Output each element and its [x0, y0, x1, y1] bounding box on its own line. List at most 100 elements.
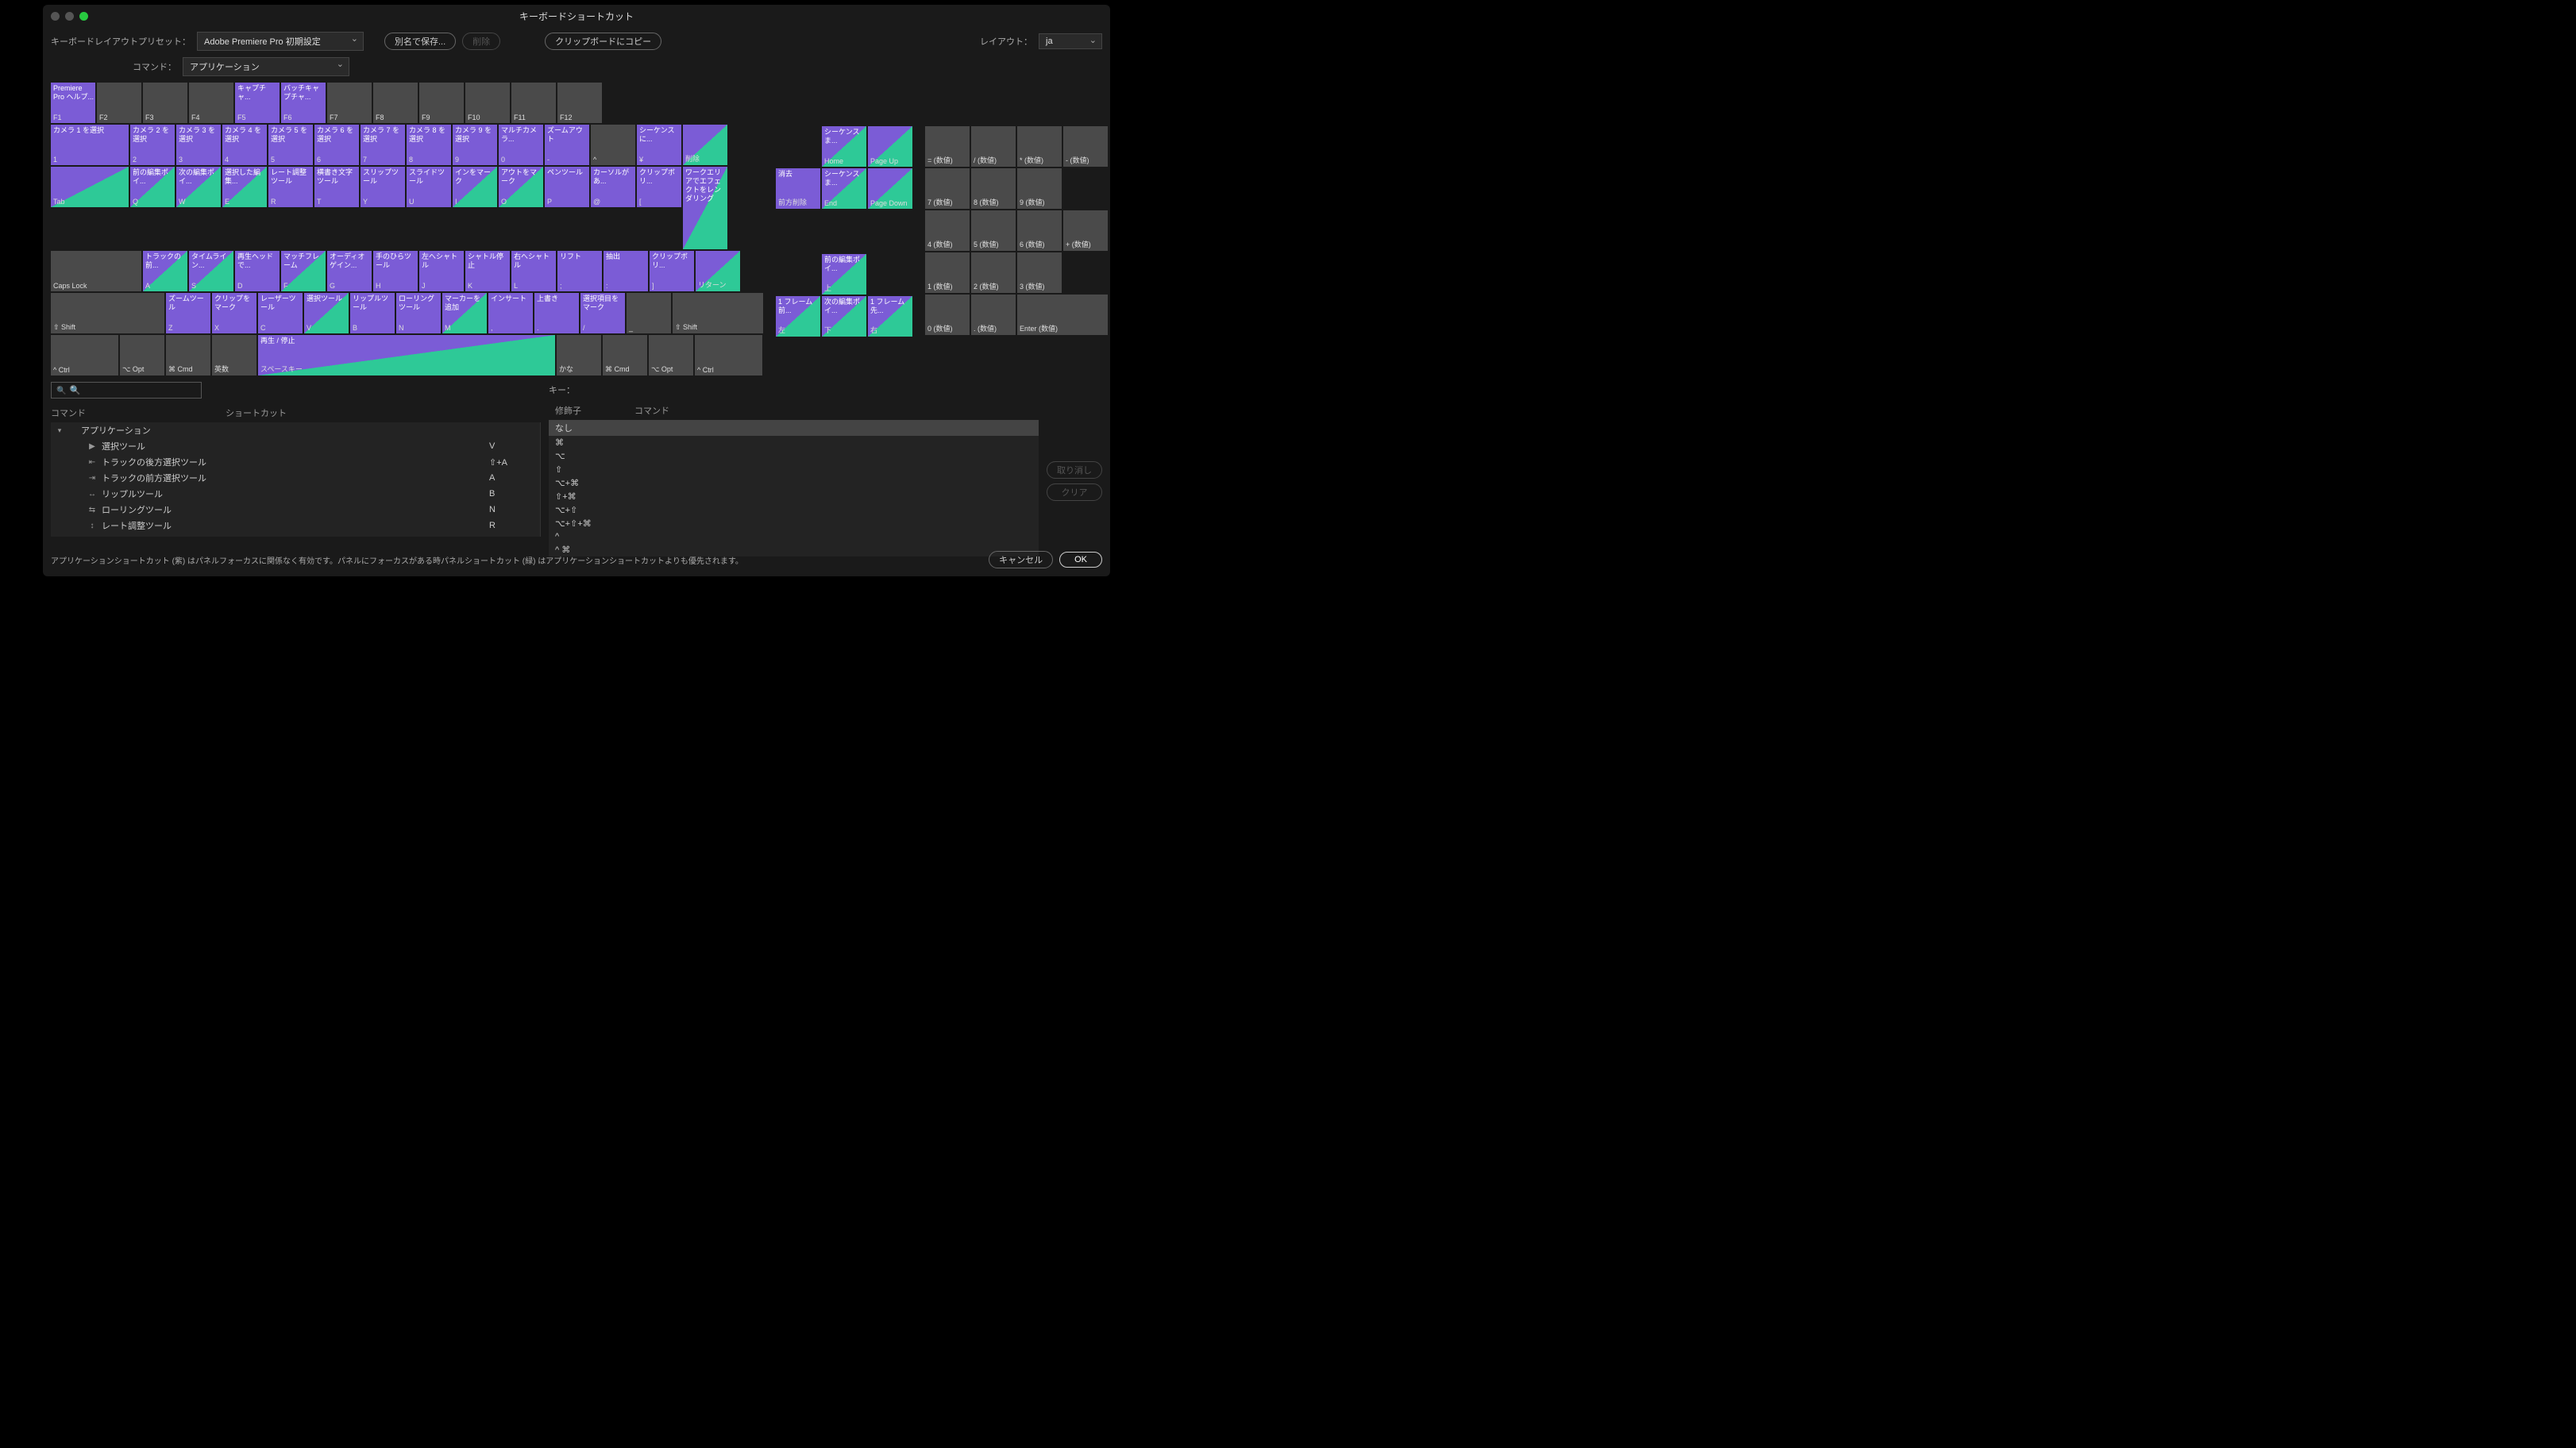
key-v[interactable]: 選択ツールV: [304, 293, 349, 333]
key-[interactable]: + (数値): [1063, 210, 1108, 251]
key-[interactable]: インサート,: [488, 293, 533, 333]
key-q[interactable]: 前の編集ポイ...Q: [130, 167, 175, 207]
key-4[interactable]: カメラ 4 を選択4: [222, 125, 267, 165]
key-[interactable]: ワークエリアでエフェクトをレンダリング: [683, 167, 727, 249]
key-[interactable]: 前の編集ポイ...上: [822, 254, 866, 295]
key-8[interactable]: 8 (数値): [971, 168, 1016, 209]
key-r[interactable]: レート調整ツールR: [268, 167, 313, 207]
key-3[interactable]: カメラ 3 を選択3: [176, 125, 221, 165]
key-7[interactable]: 7 (数値): [925, 168, 970, 209]
key-b[interactable]: リップルツールB: [350, 293, 395, 333]
key-f2[interactable]: F2: [97, 83, 141, 123]
key-f10[interactable]: F10: [465, 83, 510, 123]
key-n[interactable]: ローリングツールN: [396, 293, 441, 333]
key-enter[interactable]: Enter (数値): [1017, 295, 1108, 335]
key-[interactable]: * (数値): [1017, 126, 1062, 167]
key-o[interactable]: アウトをマークO: [499, 167, 543, 207]
key-4[interactable]: 4 (数値): [925, 210, 970, 251]
modifier-row[interactable]: ^: [549, 530, 1039, 543]
key-opt[interactable]: ⌥ Opt: [120, 335, 164, 375]
key-f5[interactable]: キャプチャ...F5: [235, 83, 280, 123]
key-[interactable]: _: [627, 293, 671, 333]
key-1[interactable]: カメラ 1 を選択1: [51, 125, 129, 165]
key-cmd[interactable]: ⌘ Cmd: [603, 335, 647, 375]
key-l[interactable]: 右へシャトルL: [511, 251, 556, 291]
key-[interactable]: ^: [591, 125, 635, 165]
save-as-button[interactable]: 別名で保存...: [384, 33, 456, 50]
key-[interactable]: = (数値): [925, 126, 970, 167]
modifier-list[interactable]: なし⌘⌥⇧⌥+⌘⇧+⌘⌥+⇧⌥+⇧+⌘^^ ⌘: [549, 420, 1039, 556]
tree-item[interactable]: ⇥トラックの前方選択ツールA: [51, 470, 540, 486]
key-[interactable]: リフト;: [557, 251, 602, 291]
key-0[interactable]: マルチカメラ...0: [499, 125, 543, 165]
key-[interactable]: 上書き.: [534, 293, 579, 333]
key-2[interactable]: カメラ 2 を選択2: [130, 125, 175, 165]
modifier-row[interactable]: ⌥+⌘: [549, 476, 1039, 490]
key-pageup[interactable]: Page Up: [868, 126, 912, 167]
key-[interactable]: リターン: [696, 251, 740, 291]
key-[interactable]: 1 フレーム前...左: [776, 296, 820, 337]
modifier-row[interactable]: なし: [549, 420, 1039, 436]
modifier-row[interactable]: ⌥: [549, 449, 1039, 463]
key-t[interactable]: 横書き文字ツールT: [314, 167, 359, 207]
command-tree[interactable]: ▾アプリケーション▶選択ツールV⇤トラックの後方選択ツール⇧+A⇥トラックの前方…: [51, 422, 541, 537]
key-a[interactable]: トラックの前...A: [143, 251, 187, 291]
tree-item[interactable]: ↕レート調整ツールR: [51, 518, 540, 533]
key-7[interactable]: カメラ 7 を選択7: [361, 125, 405, 165]
key-f11[interactable]: F11: [511, 83, 556, 123]
key-f12[interactable]: F12: [557, 83, 602, 123]
cancel-button[interactable]: キャンセル: [989, 551, 1053, 568]
key-f8[interactable]: F8: [373, 83, 418, 123]
key-[interactable]: クリップボリ...]: [650, 251, 694, 291]
key-f4[interactable]: F4: [189, 83, 233, 123]
key-[interactable]: 抽出:: [604, 251, 648, 291]
key-h[interactable]: 手のひらツールH: [373, 251, 418, 291]
key-3[interactable]: 3 (数値): [1017, 252, 1062, 293]
key-d[interactable]: 再生ヘッドで...D: [235, 251, 280, 291]
key-f7[interactable]: F7: [327, 83, 372, 123]
tree-item[interactable]: ▶選択ツールV: [51, 438, 540, 454]
key-8[interactable]: カメラ 8 を選択8: [407, 125, 451, 165]
key-[interactable]: シーケンスに...¥: [637, 125, 681, 165]
tree-item[interactable]: ▾アプリケーション: [51, 422, 540, 438]
key-f3[interactable]: F3: [143, 83, 187, 123]
key-6[interactable]: カメラ 6 を選択6: [314, 125, 359, 165]
key-ctrl[interactable]: ^ Ctrl: [695, 335, 762, 375]
key-k[interactable]: シャトル停止K: [465, 251, 510, 291]
key-c[interactable]: レーザーツールC: [258, 293, 303, 333]
tree-item[interactable]: ✎レーザーツールC: [51, 533, 540, 537]
key-cmd[interactable]: ⌘ Cmd: [166, 335, 210, 375]
key-5[interactable]: 5 (数値): [971, 210, 1016, 251]
copy-clipboard-button[interactable]: クリップボードにコピー: [545, 33, 661, 50]
key-i[interactable]: インをマークI: [453, 167, 497, 207]
key-shift[interactable]: ⇧ Shift: [51, 293, 164, 333]
key-ctrl[interactable]: ^ Ctrl: [51, 335, 118, 375]
key-home[interactable]: シーケンスま...Home: [822, 126, 866, 167]
key-5[interactable]: カメラ 5 を選択5: [268, 125, 313, 165]
command-dropdown[interactable]: アプリケーション: [183, 57, 349, 76]
key-[interactable]: 消去前方削除: [776, 168, 820, 209]
key-end[interactable]: シーケンスま...End: [822, 168, 866, 209]
key-[interactable]: カーソルがあ...@: [591, 167, 635, 207]
tree-item[interactable]: ⇤トラックの後方選択ツール⇧+A: [51, 454, 540, 470]
modifier-row[interactable]: ⇧: [549, 463, 1039, 476]
key-x[interactable]: クリップをマークX: [212, 293, 256, 333]
key-[interactable]: 英数: [212, 335, 256, 375]
tree-item[interactable]: ⇆ローリングツールN: [51, 502, 540, 518]
key-shift[interactable]: ⇧ Shift: [673, 293, 763, 333]
key-e[interactable]: 選択した編集...E: [222, 167, 267, 207]
modifier-row[interactable]: ⌥+⇧+⌘: [549, 517, 1039, 530]
key-[interactable]: 削除: [683, 125, 727, 165]
key-9[interactable]: 9 (数値): [1017, 168, 1062, 209]
key-w[interactable]: 次の編集ポイ...W: [176, 167, 221, 207]
key-2[interactable]: 2 (数値): [971, 252, 1016, 293]
key-0[interactable]: 0 (数値): [925, 295, 970, 335]
key-capslock[interactable]: Caps Lock: [51, 251, 141, 291]
key-f6[interactable]: バッチキャプチャ...F6: [281, 83, 326, 123]
key-f9[interactable]: F9: [419, 83, 464, 123]
key-[interactable]: クリップボリ...[: [637, 167, 681, 207]
key-s[interactable]: タイムライン...S: [189, 251, 233, 291]
key-[interactable]: / (数値): [971, 126, 1016, 167]
tree-item[interactable]: ↔リップルツールB: [51, 486, 540, 502]
key-[interactable]: 1 フレーム先...右: [868, 296, 912, 337]
